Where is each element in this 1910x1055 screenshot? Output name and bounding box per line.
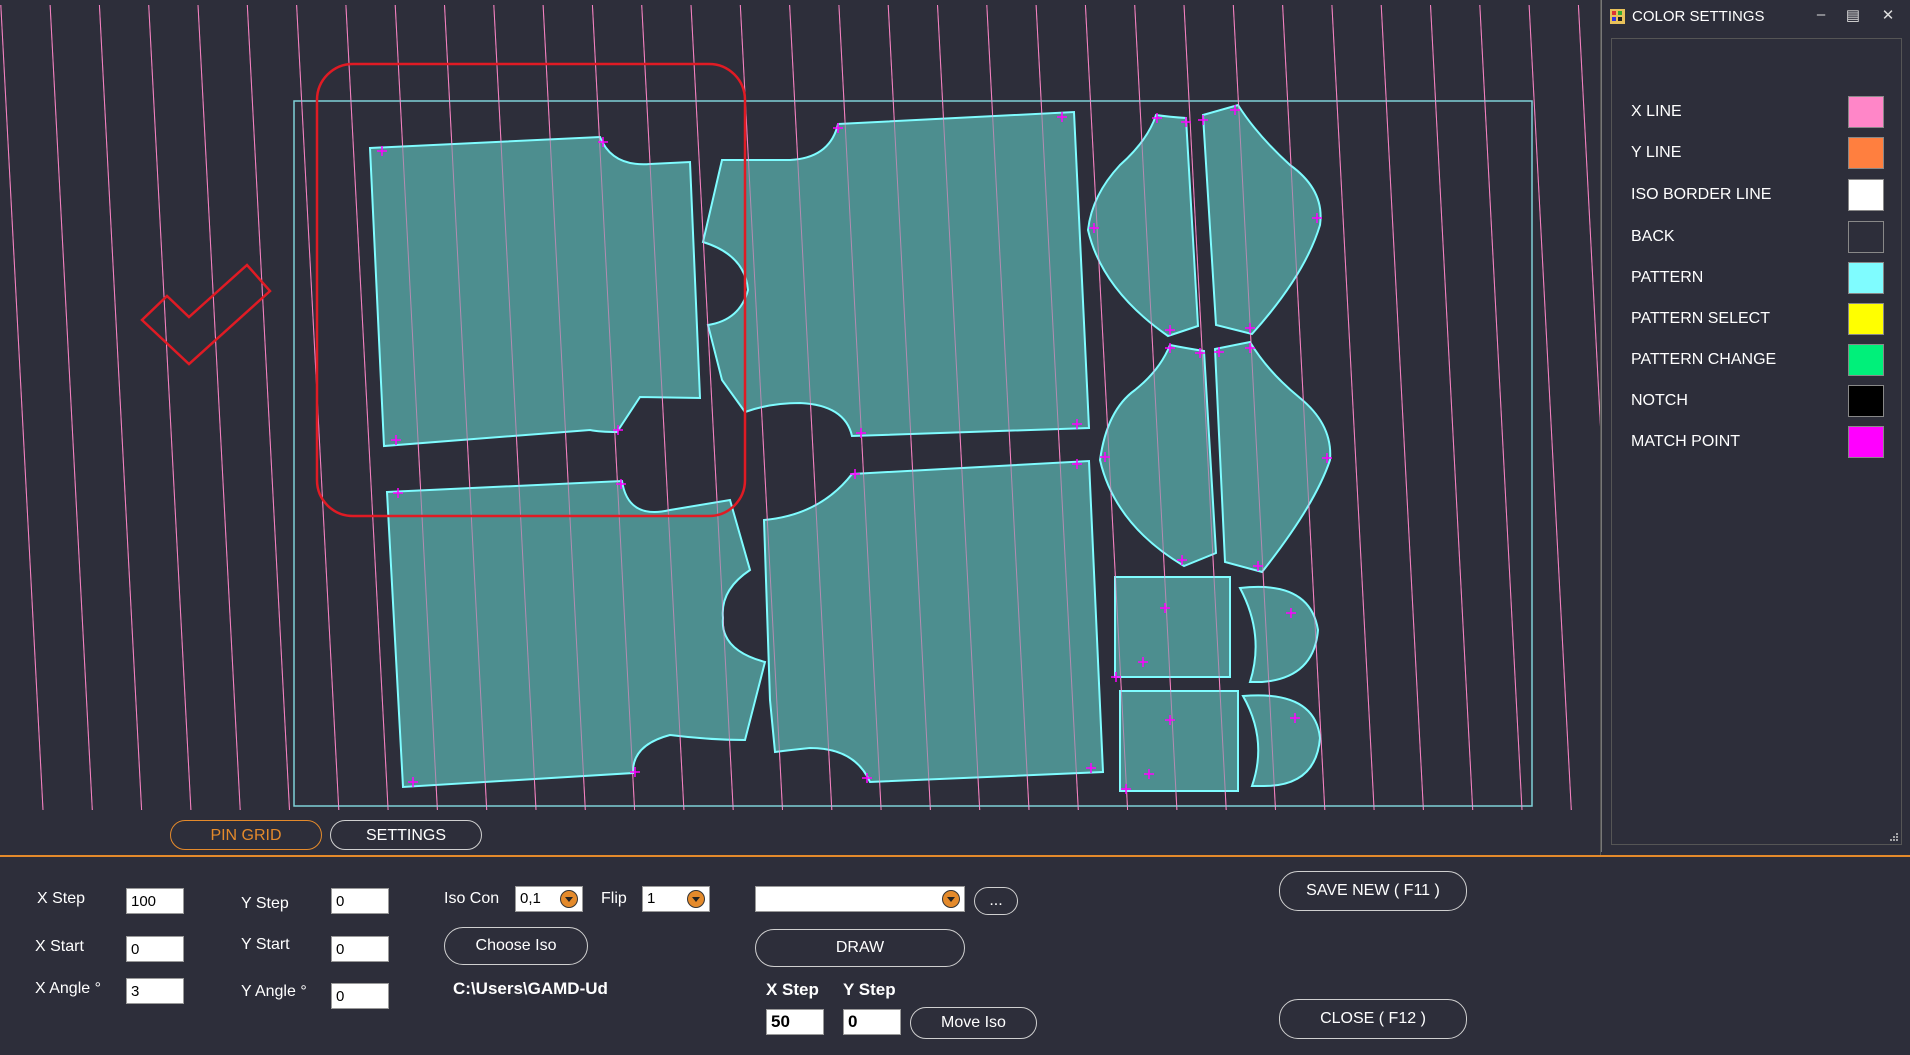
flip-value: 1 [647,890,656,907]
color-label: BACK [1631,228,1675,245]
resize-grip-icon[interactable] [1889,832,1899,842]
minimize-icon[interactable]: – [1810,6,1832,23]
color-row-notch: NOTCH [1612,383,1901,417]
pattern-piece[interactable] [1201,103,1322,336]
choose-iso-button[interactable]: Choose Iso [444,927,588,965]
color-row-pattern-change: PATTERN CHANGE [1612,342,1901,376]
move-x-step-label: X Step [766,980,819,999]
x-angle-label: X Angle ° [35,980,101,997]
x-start-input[interactable] [126,936,184,962]
color-swatch[interactable] [1848,221,1884,253]
color-label: X LINE [1631,103,1682,120]
move-x-step-input[interactable] [766,1009,824,1035]
x-grid-line [148,4,192,811]
canvas-svg[interactable] [0,0,1600,855]
color-label: NOTCH [1631,392,1688,409]
color-row-y-line: Y LINE [1612,135,1901,169]
move-iso-button[interactable]: Move Iso [910,1007,1037,1039]
color-swatch[interactable] [1848,137,1884,169]
color-label: MATCH POINT [1631,433,1741,450]
x-grid-line [1380,4,1424,811]
color-row-iso-border-line: ISO BORDER LINE [1612,177,1901,211]
color-swatch[interactable] [1848,96,1884,128]
x-start-label: X Start [35,938,84,955]
chevron-down-icon[interactable] [942,890,960,908]
settings-form: X Step X Start X Angle ° Y Step Y Start … [0,855,1910,1055]
draw-button[interactable]: DRAW [755,929,965,967]
x-grid-line [1479,4,1523,811]
color-row-match-point: MATCH POINT [1612,424,1901,458]
panel-title: COLOR SETTINGS [1632,8,1765,25]
palette-icon [1610,9,1625,24]
color-swatch[interactable] [1848,179,1884,211]
pattern-piece[interactable] [1238,586,1320,683]
x-grid-line [98,4,143,811]
color-label: Y LINE [1631,144,1682,161]
pattern-piece[interactable] [1213,340,1332,574]
browse-button[interactable]: ... [974,887,1018,915]
y-angle-label: Y Angle ° [241,983,307,1000]
file-select[interactable] [755,886,965,912]
iso-con-value: 0,1 [520,890,541,907]
tab-pin-grid[interactable]: PIN GRID [170,820,322,850]
pattern-piece[interactable] [1086,113,1200,338]
close-button[interactable]: CLOSE ( F12 ) [1279,999,1467,1039]
color-swatch[interactable] [1848,262,1884,294]
tab-settings[interactable]: SETTINGS [330,820,482,850]
color-swatch[interactable] [1848,426,1884,458]
save-new-button[interactable]: SAVE NEW ( F11 ) [1279,871,1467,911]
x-grid-line [49,4,93,811]
chevron-down-icon[interactable] [560,890,578,908]
pattern-piece[interactable] [1241,694,1322,788]
x-step-input[interactable] [126,888,184,914]
color-label: PATTERN [1631,269,1704,286]
y-step-input[interactable] [331,888,389,914]
color-label: ISO BORDER LINE [1631,186,1772,203]
close-icon[interactable]: ✕ [1877,6,1899,24]
color-swatch[interactable] [1848,344,1884,376]
iso-con-select[interactable]: 0,1 [515,886,583,912]
pattern-piece[interactable] [762,459,1105,784]
color-row-x-line: X LINE [1612,94,1901,128]
x-grid-line [1528,4,1572,811]
maximize-icon[interactable]: ▤ [1842,6,1864,24]
color-row-pattern-select: PATTERN SELECT [1612,301,1901,335]
x-grid-line [197,4,241,811]
x-grid-line [246,4,290,811]
x-grid-line [1430,4,1474,811]
color-list: X LINE Y LINE ISO BORDER LINE BACK PATTE… [1611,38,1902,845]
flip-label: Flip [601,890,627,907]
x-grid-line [1331,4,1375,811]
y-angle-input[interactable] [331,983,389,1009]
iso-path-text: C:\Users\GAMD-Ud [453,979,608,998]
color-label: PATTERN CHANGE [1631,351,1777,368]
check-icon[interactable] [140,263,272,366]
pattern-pieces[interactable] [368,103,1332,792]
move-y-step-label: Y Step [843,980,896,999]
flip-select[interactable]: 1 [642,886,710,912]
iso-con-label: Iso Con [444,890,500,907]
color-row-pattern: PATTERN [1612,260,1901,294]
color-settings-panel: COLOR SETTINGS – ▤ ✕ X LINE Y LINE ISO B… [1601,0,1910,852]
x-grid-line [1577,4,1600,427]
move-y-step-input[interactable] [843,1009,901,1035]
color-swatch[interactable] [1848,303,1884,335]
color-swatch[interactable] [1848,385,1884,417]
x-angle-input[interactable] [126,978,184,1004]
color-row-back: BACK [1612,219,1901,253]
color-label: PATTERN SELECT [1631,310,1770,327]
x-grid-line [1577,4,1600,427]
y-start-label: Y Start [241,936,290,953]
x-grid-line [0,4,44,811]
pattern-piece[interactable] [1114,576,1231,678]
y-start-input[interactable] [331,936,389,962]
x-step-label: X Step [37,890,86,907]
pattern-piece[interactable] [368,135,702,448]
chevron-down-icon[interactable] [687,890,705,908]
y-step-label: Y Step [241,895,289,912]
panel-titlebar[interactable]: COLOR SETTINGS – ▤ ✕ [1602,0,1910,34]
drawing-canvas[interactable]: PIN GRID SETTINGS [0,0,1601,855]
